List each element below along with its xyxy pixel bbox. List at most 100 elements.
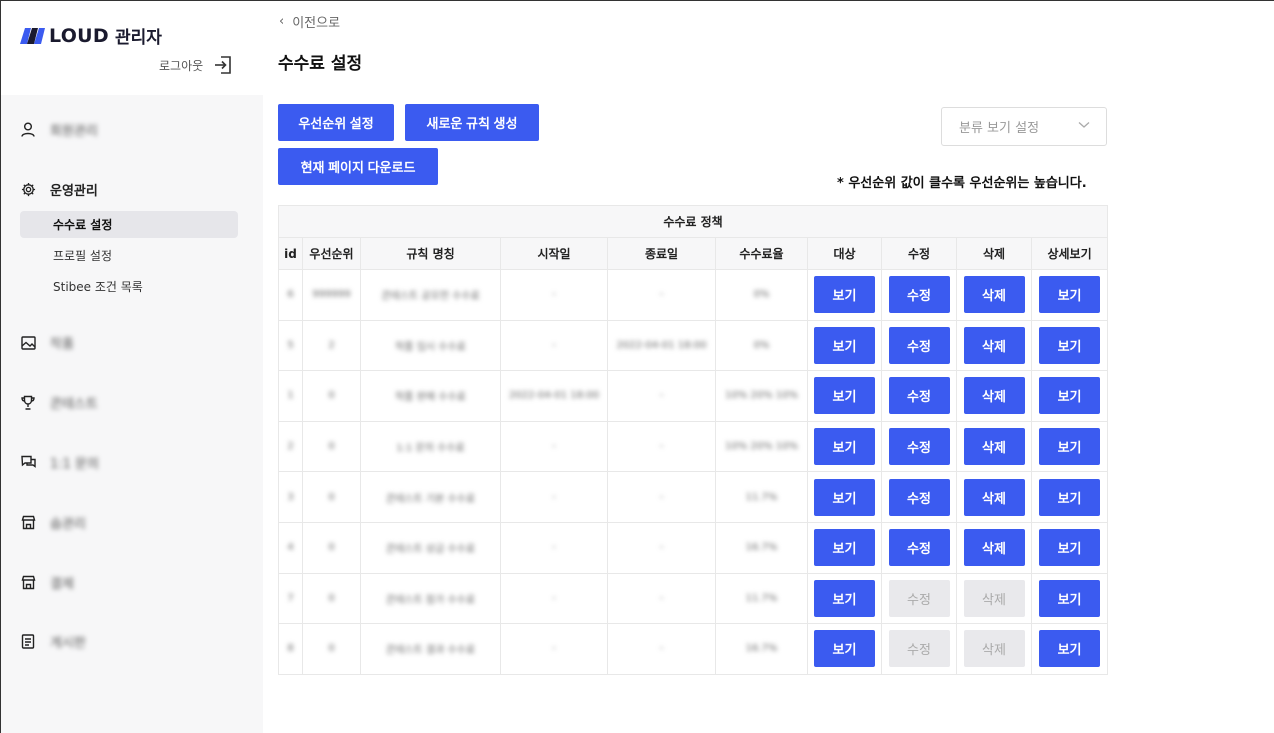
delete-button[interactable]: 삭제 (963, 377, 1025, 415)
logout-icon (215, 56, 231, 74)
delete-button: 삭제 (963, 579, 1025, 617)
logout-button[interactable]: 로그아웃 (159, 55, 233, 75)
detail-view-button[interactable]: 보기 (1039, 630, 1101, 668)
target-view-button[interactable]: 보기 (814, 630, 875, 668)
nav-item-members[interactable]: 회원관리 (20, 120, 98, 139)
cell-end: - (607, 521, 716, 574)
cell-value: 16.7% (745, 643, 778, 655)
cell-value: 0 (328, 390, 335, 402)
target-view-button[interactable]: 보기 (814, 428, 875, 466)
action-cell: 삭제 (956, 269, 1032, 321)
delete-button[interactable]: 삭제 (963, 276, 1025, 314)
target-view-button[interactable]: 보기 (814, 579, 875, 617)
column-header: 우선순위 (302, 237, 361, 270)
target-view-button[interactable]: 보기 (814, 326, 875, 364)
nav-item-board[interactable]: 게시판 (20, 632, 86, 651)
detail-view-button[interactable]: 보기 (1039, 377, 1101, 415)
logo[interactable]: LOUD 관리자 (19, 23, 162, 48)
cell-id: 5 (278, 319, 303, 372)
detail-view-button[interactable]: 보기 (1039, 529, 1101, 567)
column-header: 대상 (807, 237, 882, 270)
cell-value: 3 (287, 491, 294, 503)
cell-end: - (607, 420, 716, 473)
cell-value: - (552, 491, 556, 503)
action-cell: 수정 (881, 370, 957, 422)
delete-button[interactable]: 삭제 (963, 428, 1025, 466)
target-view-button[interactable]: 보기 (814, 377, 875, 415)
target-view-button[interactable]: 보기 (814, 529, 875, 567)
cell-value: - (659, 643, 664, 655)
cell-value: - (659, 441, 664, 453)
cell-value: 999999 (312, 289, 351, 301)
download-page-button[interactable]: 현재 페이지 다운로드 (278, 148, 438, 185)
action-cell: 삭제 (956, 471, 1032, 523)
edit-button[interactable]: 수정 (888, 428, 950, 466)
cell-priority: 0 (302, 370, 361, 422)
detail-view-button[interactable]: 보기 (1039, 428, 1101, 466)
table-row: 2 0 1:1 문의 수수료 - - 10% 20% 10% 보기 수정 삭제 보기 (278, 420, 1109, 473)
column-header: 삭제 (956, 237, 1032, 270)
nav-item-operations[interactable]: 운영관리 (20, 180, 98, 199)
delete-button[interactable]: 삭제 (963, 326, 1025, 364)
delete-button: 삭제 (963, 630, 1025, 668)
target-view-button[interactable]: 보기 (814, 276, 875, 314)
edit-button[interactable]: 수정 (888, 326, 950, 364)
logout-label: 로그아웃 (159, 58, 204, 73)
cell-end: - (607, 623, 716, 675)
action-cell: 보기 (1030, 370, 1109, 422)
back-link[interactable]: ‹ 이전으로 (279, 12, 340, 31)
cell-name: 작품 임시 수수료 (360, 319, 501, 372)
detail-view-button[interactable]: 보기 (1039, 326, 1101, 364)
cell-value: 콘테스트 상금 수수료 (385, 544, 476, 556)
table-row: 1 0 작품 판매 수수료 2022-04-01 18:00 - 10% 20% 10% 보… (278, 370, 1109, 422)
brand-sub: 관리자 (114, 28, 162, 48)
cell-value: 6 (287, 289, 294, 301)
chat-icon (20, 455, 36, 471)
column-header: 규칙 명칭 (360, 237, 501, 270)
cell-value: 1 (287, 390, 294, 402)
priority-setting-button[interactable]: 우선순위 설정 (278, 104, 394, 141)
action-cell: 보기 (807, 319, 882, 372)
edit-button[interactable]: 수정 (888, 377, 950, 415)
nav-item-payment[interactable]: 결제 (20, 573, 74, 592)
nav-item-shop[interactable]: 숍관리 (20, 513, 86, 532)
subnav-commission[interactable]: 수수료 설정 (20, 211, 238, 238)
cell-value: - (552, 441, 556, 453)
cell-value: 7 (287, 592, 294, 604)
detail-view-button[interactable]: 보기 (1039, 478, 1101, 516)
edit-button[interactable]: 수정 (888, 529, 950, 567)
cell-value: - (659, 491, 664, 503)
target-view-button[interactable]: 보기 (814, 478, 875, 516)
cell-value: 4 (287, 542, 294, 554)
cell-start: - (500, 269, 608, 321)
new-rule-button[interactable]: 새로운 규칙 생성 (405, 104, 539, 141)
subnav-stibee[interactable]: Stibee 조건 목록 (20, 273, 238, 300)
cell-value: - (659, 542, 664, 554)
detail-view-button[interactable]: 보기 (1039, 579, 1101, 617)
nav-label: 작품 (50, 337, 74, 352)
action-cell: 보기 (807, 471, 882, 523)
detail-view-button[interactable]: 보기 (1039, 276, 1101, 314)
cell-priority: 0 (302, 623, 361, 675)
action-cell: 수정 (881, 269, 957, 321)
edit-button[interactable]: 수정 (888, 276, 950, 314)
cell-start: - (500, 521, 608, 574)
subnav-profile[interactable]: 프로필 설정 (20, 242, 238, 269)
cell-start: - (500, 572, 608, 625)
cell-name: 1:1 문의 수수료 (360, 420, 501, 473)
action-cell: 보기 (1030, 269, 1109, 321)
cell-value: - (552, 592, 556, 604)
sidebar: LOUD 관리자 로그아웃 회원관리 운영관리 수수료 설정 프로필 설정 St… (1, 1, 263, 733)
edit-button[interactable]: 수정 (888, 478, 950, 516)
action-cell: 보기 (1030, 572, 1109, 625)
category-filter-select[interactable]: 분류 보기 설정 (941, 107, 1107, 146)
column-header: 시작일 (500, 237, 608, 270)
action-cell: 수정 (881, 521, 957, 574)
delete-button[interactable]: 삭제 (963, 529, 1025, 567)
nav-item-inquiry[interactable]: 1:1 문의 (20, 453, 99, 472)
nav-item-works[interactable]: 작품 (20, 333, 74, 352)
nav-label: 운영관리 (50, 184, 98, 199)
nav-item-contest[interactable]: 콘테스트 (20, 393, 98, 412)
cell-value: 작품 임시 수수료 (395, 341, 466, 353)
delete-button[interactable]: 삭제 (963, 478, 1025, 516)
